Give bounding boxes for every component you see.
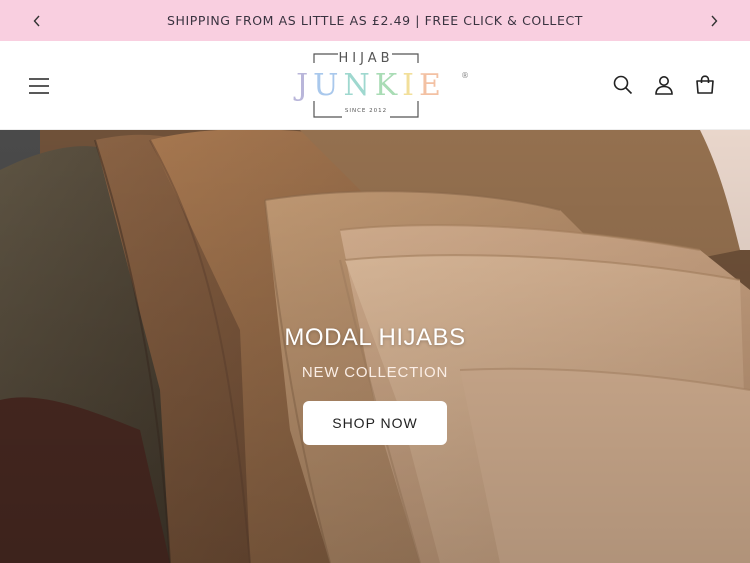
logo-letter: K [374,68,403,103]
announcement-next-button[interactable] [693,0,734,41]
cart-button[interactable] [694,73,716,97]
search-icon [613,75,633,95]
menu-button[interactable] [26,74,52,98]
hamburger-menu-icon [29,78,49,94]
logo-letter: I [402,68,419,103]
logo-letter: N [343,68,375,103]
shop-now-button[interactable]: SHOP NOW [303,401,447,445]
hero-content: MODAL HIJABS NEW COLLECTION SHOP NOW [0,324,750,445]
search-button[interactable] [612,73,634,97]
hero-banner: MODAL HIJABS NEW COLLECTION SHOP NOW [0,130,750,563]
hero-title: MODAL HIJABS [284,324,466,351]
logo-top-text: HIJAB [338,51,394,66]
chevron-right-icon [710,15,717,26]
logo-since-text: SINCE 2012 [344,108,388,114]
logo-trademark: ® [461,71,469,80]
announcement-bar: SHIPPING FROM AS LITTLE AS £2.49 | FREE … [0,0,750,41]
chevron-left-icon [33,15,40,26]
hero-subtitle: NEW COLLECTION [301,364,449,381]
logo-wordmark: JUNKIE [280,68,462,103]
header-actions [612,73,716,97]
logo-letter: J [296,68,314,103]
site-logo[interactable]: HIJAB JUNKIE ® SINCE 2012 [280,51,472,123]
announcement-text: SHIPPING FROM AS LITTLE AS £2.49 | FREE … [166,13,584,28]
account-button[interactable] [653,73,675,97]
logo-letter: E [418,68,446,103]
logo-letter: U [313,68,344,103]
cart-icon [696,75,714,94]
announcement-prev-button[interactable] [16,0,57,41]
account-icon [655,76,673,95]
